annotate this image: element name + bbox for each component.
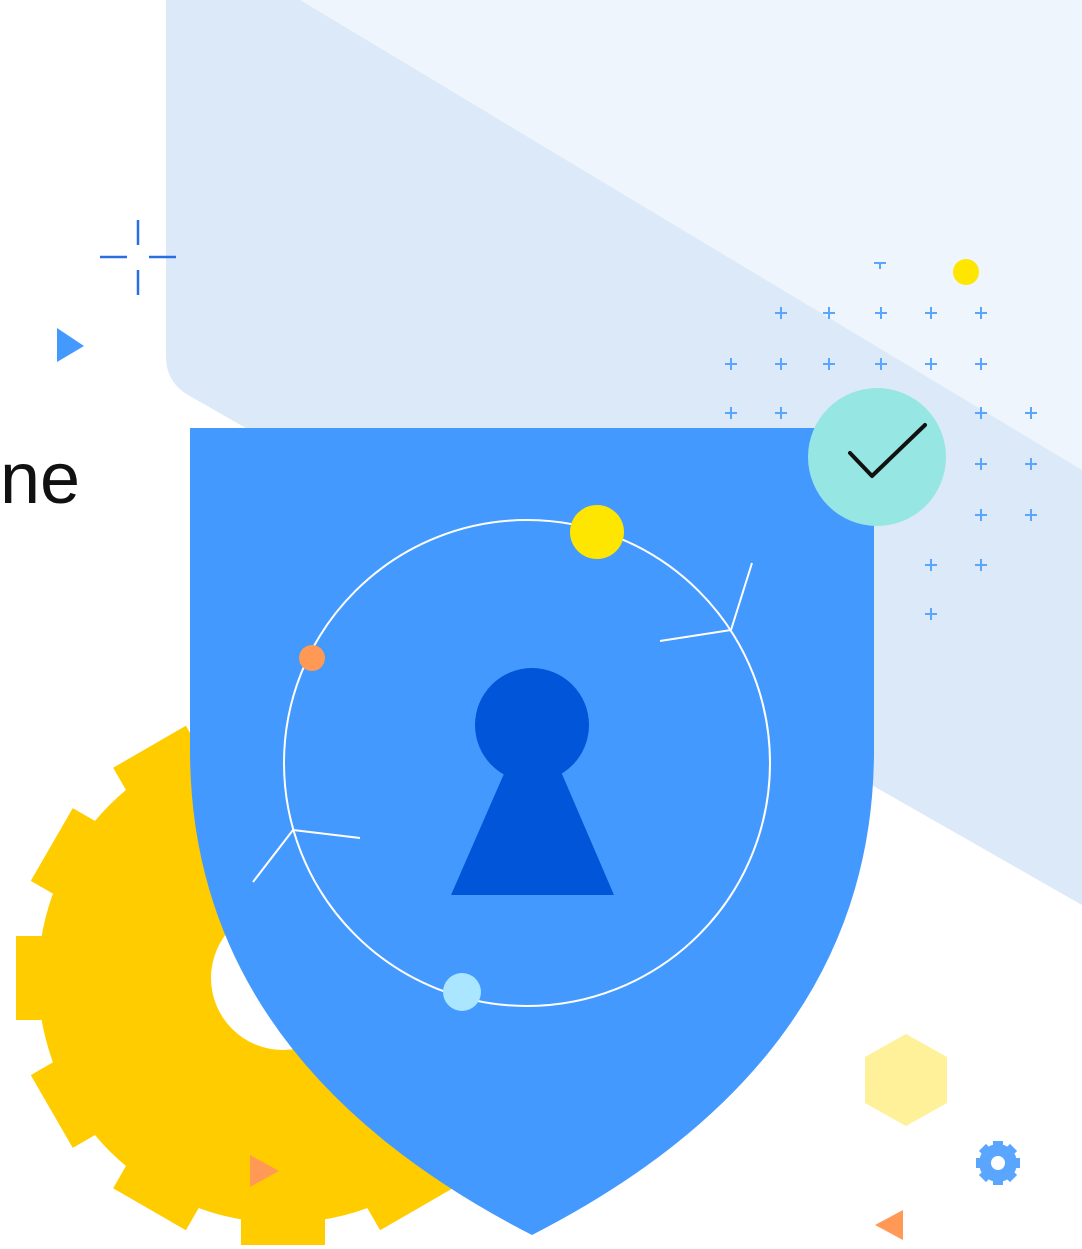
orange-orbit-dot bbox=[299, 645, 325, 671]
illustration bbox=[16, 0, 1082, 1245]
yellow-dot bbox=[953, 259, 979, 285]
play-triangle-icon bbox=[57, 328, 84, 362]
orange-triangle-icon bbox=[875, 1210, 903, 1240]
hexagon-icon bbox=[865, 1034, 947, 1126]
yellow-orbit-dot bbox=[570, 505, 624, 559]
crosshair-icon bbox=[100, 220, 176, 295]
small-gear-icon bbox=[976, 1141, 1020, 1185]
cyan-orbit-dot bbox=[443, 973, 481, 1011]
check-circle bbox=[808, 388, 946, 526]
